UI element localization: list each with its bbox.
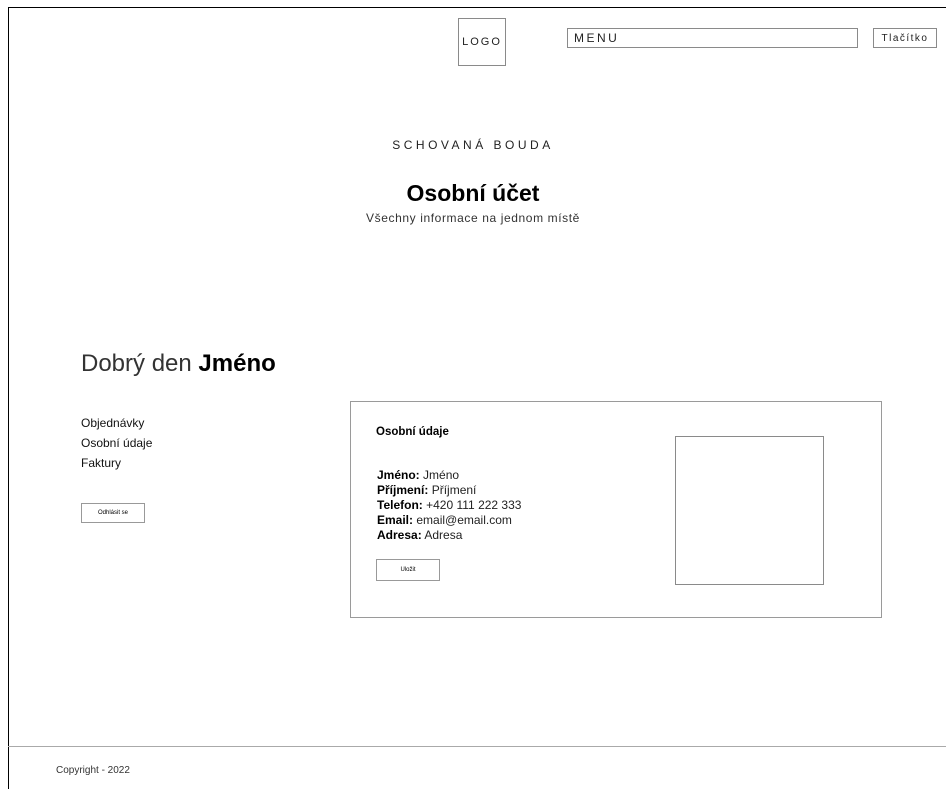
- personal-info-card: Osobní údaje Jméno: Jméno Příjmení: Příj…: [350, 401, 882, 618]
- page-frame: [8, 7, 946, 789]
- field-label: Jméno:: [377, 468, 420, 482]
- page-subtitle: Všechny informace na jednom místě: [366, 211, 580, 225]
- personal-info-list: Jméno: Jméno Příjmení: Příjmení Telefon:…: [377, 468, 521, 543]
- field-address: Adresa: Adresa: [377, 528, 521, 543]
- nav-item-orders[interactable]: Objednávky: [81, 413, 152, 433]
- copyright: Copyright - 2022: [56, 765, 130, 776]
- brand-name: SCHOVANÁ BOUDA: [392, 138, 554, 152]
- greeting-name: Jméno: [198, 350, 276, 377]
- field-label: Adresa:: [377, 528, 422, 542]
- field-first-name: Jméno: Jméno: [377, 468, 521, 483]
- field-value: +420 111 222 333: [426, 498, 522, 512]
- logo[interactable]: LOGO: [458, 18, 506, 66]
- field-value: Jméno: [423, 468, 460, 482]
- profile-photo-placeholder[interactable]: [675, 436, 824, 585]
- logout-button[interactable]: Odhlásit se: [81, 503, 145, 523]
- field-value: email@email.com: [416, 513, 512, 527]
- field-label: Příjmení:: [377, 483, 429, 497]
- card-title: Osobní údaje: [376, 426, 449, 438]
- page-title: Osobní účet: [406, 180, 540, 206]
- field-value: Adresa: [424, 528, 463, 542]
- nav-item-personal-info[interactable]: Osobní údaje: [81, 433, 152, 453]
- field-phone: Telefon: +420 111 222 333: [377, 498, 521, 513]
- field-label: Telefon:: [377, 498, 423, 512]
- account-nav: Objednávky Osobní údaje Faktury: [81, 413, 152, 473]
- greeting-prefix: Dobrý den: [81, 350, 192, 377]
- header-button[interactable]: Tlačítko: [873, 28, 937, 48]
- field-last-name: Příjmení: Příjmení: [377, 483, 521, 498]
- menu-button[interactable]: MENU: [567, 28, 858, 48]
- field-email: Email: email@email.com: [377, 513, 521, 528]
- nav-item-invoices[interactable]: Faktury: [81, 453, 152, 473]
- field-value: Příjmení: [431, 483, 477, 497]
- greeting: Dobrý den Jméno: [81, 350, 276, 378]
- field-label: Email:: [377, 513, 414, 527]
- footer-divider: [8, 746, 946, 747]
- save-button[interactable]: Uložit: [376, 559, 440, 581]
